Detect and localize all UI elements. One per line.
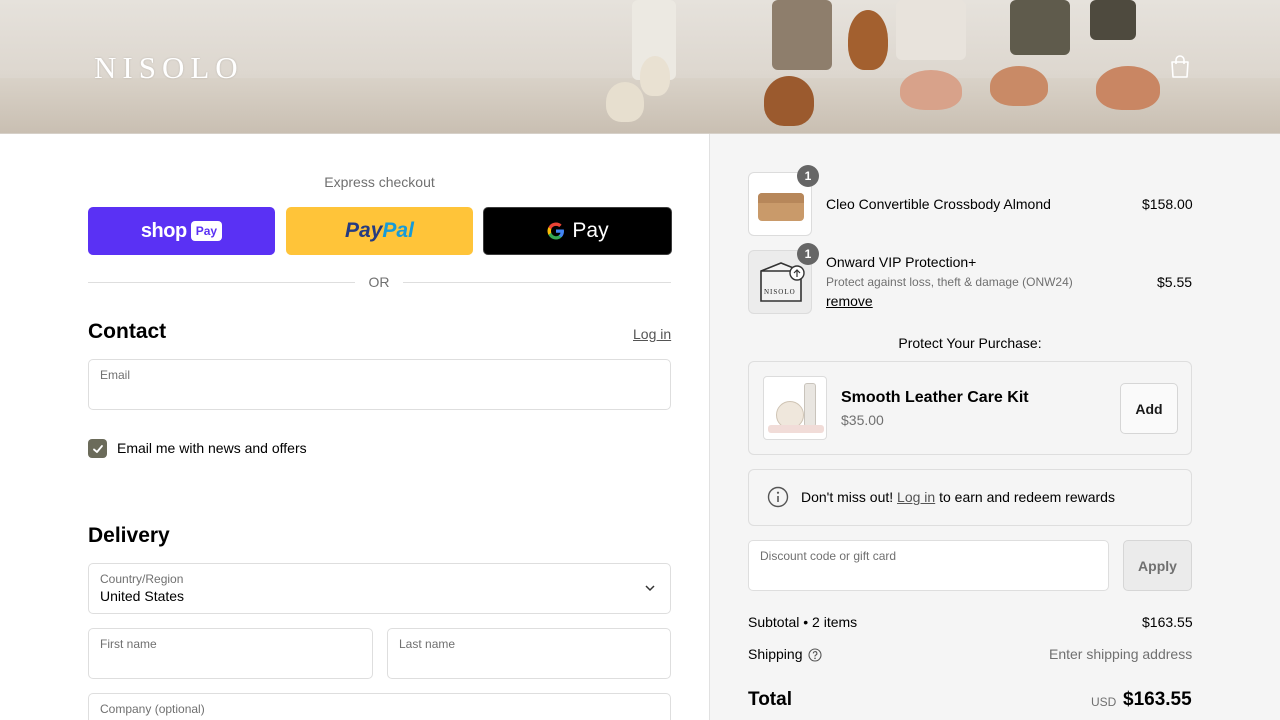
express-checkout-title: Express checkout bbox=[324, 174, 435, 190]
quantity-badge: 1 bbox=[797, 165, 819, 187]
help-circle-icon[interactable] bbox=[808, 648, 822, 662]
shipping-value: Enter shipping address bbox=[1049, 646, 1193, 662]
country-value: United States bbox=[100, 588, 185, 604]
google-pay-label: Pay bbox=[572, 219, 609, 242]
total-value: $163.55 bbox=[1123, 689, 1192, 710]
quantity-badge: 1 bbox=[797, 243, 819, 265]
discount-code-field[interactable]: Discount code or gift card bbox=[748, 540, 1109, 591]
apply-discount-button[interactable]: Apply bbox=[1123, 540, 1192, 591]
first-name-field[interactable]: First name bbox=[88, 628, 373, 679]
item-name: Cleo Convertible Crossbody Almond bbox=[826, 196, 1051, 212]
paypal-wordmark-pay: Pay bbox=[345, 219, 383, 242]
first-name-label: First name bbox=[100, 637, 157, 651]
google-pay-button[interactable]: Pay bbox=[483, 207, 672, 255]
upsell-heading: Protect Your Purchase: bbox=[898, 335, 1042, 351]
banner-shoe bbox=[900, 70, 962, 110]
banner-shoe bbox=[764, 76, 814, 126]
checkmark-icon bbox=[92, 444, 103, 453]
google-g-icon bbox=[547, 222, 565, 240]
rewards-login-link[interactable]: Log in bbox=[897, 489, 935, 505]
company-field[interactable]: Company (optional) bbox=[88, 693, 671, 720]
or-divider-text: OR bbox=[368, 274, 390, 290]
company-label: Company (optional) bbox=[100, 702, 205, 716]
banner-leg bbox=[896, 0, 966, 60]
delivery-heading: Delivery bbox=[88, 524, 170, 547]
thumbnail-brand-text: NISOLO bbox=[764, 288, 796, 296]
last-name-field[interactable]: Last name bbox=[387, 628, 671, 679]
upsell-thumbnail bbox=[763, 376, 827, 440]
item-price: $158.00 bbox=[1142, 196, 1193, 212]
total-currency: USD bbox=[1091, 695, 1117, 709]
brand-logo[interactable]: NISOLO bbox=[94, 50, 244, 86]
rewards-text-post: to earn and redeem rewards bbox=[939, 489, 1115, 505]
shop-pay-badge: Pay bbox=[190, 221, 223, 241]
shop-pay-wordmark: shop bbox=[140, 219, 187, 242]
rewards-text-pre: Don't miss out! bbox=[801, 489, 894, 505]
shipping-label: Shipping bbox=[748, 646, 803, 662]
email-label: Email bbox=[100, 368, 131, 382]
banner-leg bbox=[1090, 0, 1136, 40]
newsletter-checkbox[interactable] bbox=[88, 439, 107, 458]
contact-heading: Contact bbox=[88, 320, 167, 343]
banner-leg bbox=[1010, 0, 1070, 55]
item-name: Onward VIP Protection+ bbox=[826, 254, 977, 270]
divider-left bbox=[88, 282, 355, 283]
total-label: Total bbox=[748, 689, 792, 710]
country-label: Country/Region bbox=[100, 572, 184, 586]
last-name-label: Last name bbox=[399, 637, 456, 651]
email-field[interactable]: Email bbox=[88, 359, 671, 410]
banner-shoe bbox=[606, 82, 644, 122]
paypal-button[interactable]: Pay Pal bbox=[286, 207, 473, 255]
banner-shoe bbox=[848, 10, 888, 70]
banner-shoe bbox=[1096, 66, 1160, 110]
care-kit-bottle-image bbox=[804, 383, 816, 427]
item-price: $5.55 bbox=[1157, 274, 1193, 290]
newsletter-label[interactable]: Email me with news and offers bbox=[117, 440, 307, 456]
paypal-wordmark-pal: Pal bbox=[382, 219, 414, 242]
country-select[interactable]: Country/Region United States bbox=[88, 563, 671, 614]
subtotal-value: $163.55 bbox=[1142, 614, 1193, 630]
header-banner: NISOLO bbox=[0, 0, 1280, 134]
contact-login-link[interactable]: Log in bbox=[633, 326, 671, 342]
rewards-text: Don't miss out! Log in to earn and redee… bbox=[801, 489, 1115, 505]
upsell-product-name: Smooth Leather Care Kit bbox=[841, 389, 1029, 406]
shopping-bag-icon[interactable] bbox=[1169, 55, 1191, 79]
banner-leg bbox=[772, 0, 832, 70]
remove-link[interactable]: remove bbox=[826, 293, 873, 309]
crossbody-bag-flap bbox=[758, 193, 804, 203]
upsell-product-price: $35.00 bbox=[841, 412, 884, 428]
banner-shoe bbox=[990, 66, 1048, 106]
discount-label: Discount code or gift card bbox=[760, 549, 897, 563]
subtotal-label: Subtotal • 2 items bbox=[748, 614, 858, 630]
info-icon bbox=[767, 486, 789, 508]
add-upsell-button[interactable]: Add bbox=[1120, 383, 1178, 434]
care-kit-cloth-image bbox=[768, 425, 824, 433]
item-description: Protect against loss, theft & damage (ON… bbox=[826, 275, 1073, 289]
chevron-down-icon bbox=[645, 585, 655, 592]
divider-right bbox=[403, 282, 671, 283]
banner-shoe bbox=[640, 56, 670, 96]
shop-pay-button[interactable]: shop Pay bbox=[88, 207, 275, 255]
